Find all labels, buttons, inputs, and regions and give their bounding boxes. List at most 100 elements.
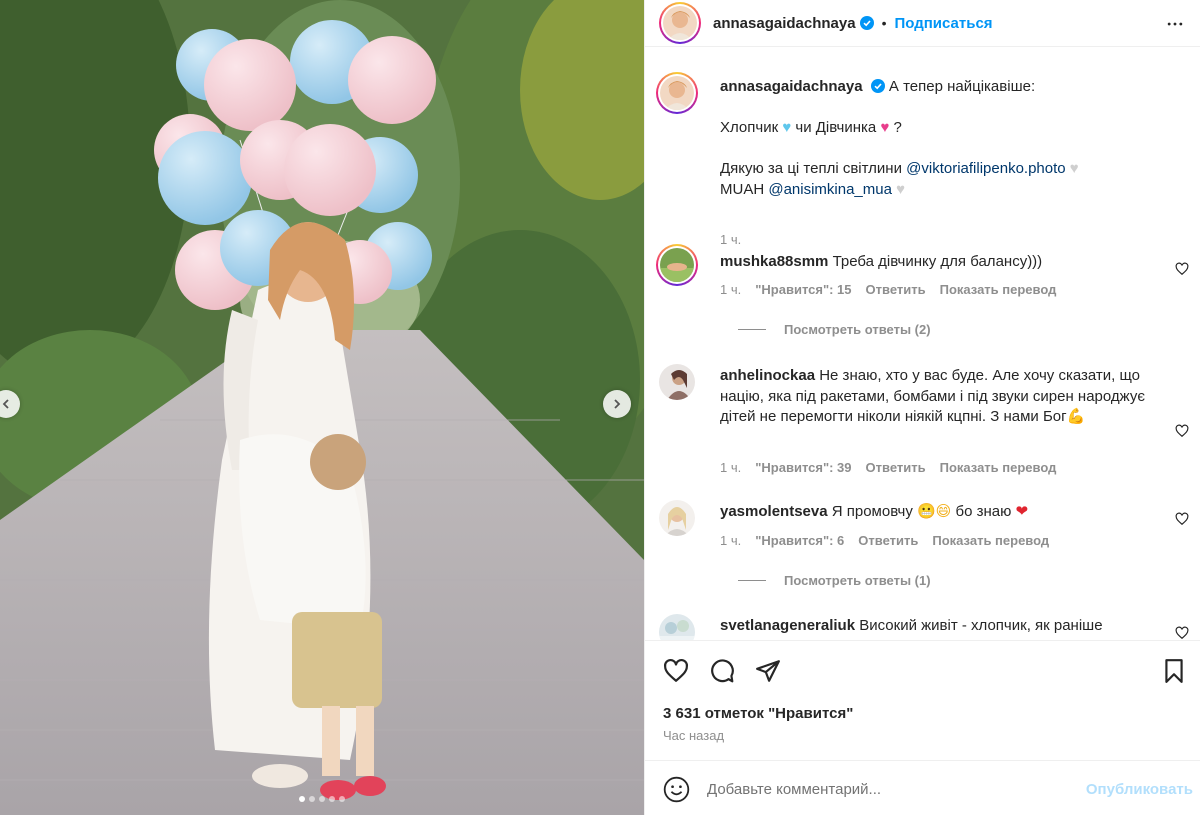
comment-item: svetlanageneraliuk Високий живіт - хлопч… xyxy=(659,614,1189,640)
comment-like-icon[interactable] xyxy=(1175,262,1189,276)
caption-line-3: Дякую за ці теплі світлини xyxy=(720,160,907,177)
comment-likes-count[interactable]: "Нравится": 6 xyxy=(755,533,844,548)
view-replies-label: Посмотреть ответы (1) xyxy=(784,573,931,588)
avatar-image xyxy=(663,6,697,40)
comment-item: yasmolentseva Я промовчу 😬😄 бо знаю ❤ 1 … xyxy=(659,500,1189,600)
comment-like-icon[interactable] xyxy=(1175,512,1189,526)
caption-author-avatar[interactable] xyxy=(656,72,698,114)
mention-link[interactable]: @anisimkina_mua xyxy=(768,181,892,198)
carousel-dot xyxy=(299,796,305,802)
bookmark-icon[interactable] xyxy=(1161,658,1187,684)
post-timestamp: Час назад xyxy=(663,728,725,743)
post-header: annasagaidachnaya • Подписаться xyxy=(645,0,1200,47)
reply-button[interactable]: Ответить xyxy=(858,533,918,548)
carousel-dot xyxy=(339,796,345,802)
comment-avatar[interactable] xyxy=(659,500,695,536)
comments-list[interactable]: annasagaidachnaya А тепер найцікавіше: Х… xyxy=(645,48,1200,640)
comment-likes-count[interactable]: "Нравится": 39 xyxy=(755,460,851,475)
comment-avatar[interactable] xyxy=(659,614,695,640)
more-options-icon xyxy=(1167,22,1183,26)
more-options-button[interactable] xyxy=(1163,12,1187,36)
comment-text: mushka88smm Треба дівчинку для балансу))… xyxy=(720,252,1160,273)
verified-badge-icon xyxy=(870,79,885,93)
comment-likes-count[interactable]: "Нравится": 15 xyxy=(755,282,851,297)
comment-avatar[interactable] xyxy=(656,244,698,286)
post-photo[interactable] xyxy=(0,0,644,815)
post-side-panel: annasagaidachnaya • Подписаться annasaga… xyxy=(644,0,1200,815)
heart-icon[interactable] xyxy=(663,658,689,684)
author-username[interactable]: annasagaidachnaya xyxy=(713,15,856,32)
comment-input[interactable] xyxy=(707,777,1067,801)
author-avatar[interactable] xyxy=(659,2,701,44)
comment-username[interactable]: anhelinockaa xyxy=(720,367,815,384)
avatar-image xyxy=(659,364,695,400)
follow-button[interactable]: Подписаться xyxy=(894,15,992,32)
comment-timestamp: 1 ч. xyxy=(720,460,742,475)
comment-icon[interactable] xyxy=(709,658,735,684)
comment-avatar[interactable] xyxy=(659,364,695,400)
caption-line-1: А тепер найцікавіше: xyxy=(888,78,1036,95)
emoji-icon[interactable] xyxy=(663,776,690,803)
comment-meta: 1 ч. "Нравится": 6 Ответить Показать пер… xyxy=(720,533,1049,548)
comment-meta: 1 ч. "Нравится": 15 Ответить Показать пе… xyxy=(720,282,1056,297)
red-heart-emoji: ❤ xyxy=(1015,503,1029,520)
comment-text: svetlanageneraliuk Високий живіт - хлопч… xyxy=(720,616,1160,637)
chevron-left-icon xyxy=(2,399,9,409)
view-replies-button[interactable]: Посмотреть ответы (1) xyxy=(738,573,931,588)
avatar-image xyxy=(659,500,695,536)
caption-line-2a: Хлопчик xyxy=(720,119,783,136)
comment-timestamp: 1 ч. xyxy=(720,533,742,548)
caption-line-2c: ? xyxy=(889,119,902,136)
avatar-image xyxy=(660,76,694,110)
carousel-indicator xyxy=(0,796,644,802)
caption-username[interactable]: annasagaidachnaya xyxy=(720,78,863,95)
carousel-next-button[interactable] xyxy=(603,390,631,418)
comment-text: anhelinockaa Не знаю, хто у вас буде. Ал… xyxy=(720,366,1160,428)
translate-button[interactable]: Показать перевод xyxy=(932,533,1049,548)
comment-body-tail: бо знаю xyxy=(951,503,1016,520)
comment-body: Я промовчу xyxy=(831,503,917,520)
translate-button[interactable]: Показать перевод xyxy=(940,282,1057,297)
publish-button[interactable]: Опубликовать xyxy=(1086,781,1193,798)
add-comment-bar: Опубликовать xyxy=(645,760,1200,815)
verified-badge-icon xyxy=(859,16,874,30)
carousel-dot xyxy=(309,796,315,802)
comment-username[interactable]: yasmolentseva xyxy=(720,503,828,520)
replies-line xyxy=(738,580,766,581)
avatar-image xyxy=(660,248,694,282)
white-heart-emoji: ♥ xyxy=(896,180,906,198)
comment-meta: 1 ч. "Нравится": 39 Ответить Показать пе… xyxy=(720,460,1056,475)
caption-line-4: MUAH xyxy=(720,180,769,198)
comment-like-icon[interactable] xyxy=(1175,626,1189,640)
comment-username[interactable]: svetlanageneraliuk xyxy=(720,617,855,634)
caption-line-2b: чи Дівчинка xyxy=(791,119,881,136)
comment-username[interactable]: mushka88smm xyxy=(720,253,828,270)
caption-text: annasagaidachnaya А тепер найцікавіше: Х… xyxy=(720,77,1160,200)
blue-heart-emoji: ♥ xyxy=(782,119,792,136)
pink-heart-emoji: ♥ xyxy=(880,119,890,136)
post-actions: 3 631 отметок "Нравится" Час назад xyxy=(645,640,1200,760)
white-heart-emoji: ♥ xyxy=(1069,160,1079,177)
replies-line xyxy=(738,329,766,330)
flexed-biceps-emoji: 💪 xyxy=(1066,408,1086,425)
translate-button[interactable]: Показать перевод xyxy=(940,460,1057,475)
share-icon[interactable] xyxy=(755,658,781,684)
comment-body: Треба дівчинку для балансу))) xyxy=(832,253,1043,270)
chevron-right-icon xyxy=(614,399,621,409)
comment-like-icon[interactable] xyxy=(1175,424,1189,438)
comment-timestamp: 1 ч. xyxy=(720,282,742,297)
view-replies-label: Посмотреть ответы (2) xyxy=(784,322,931,337)
view-replies-button[interactable]: Посмотреть ответы (2) xyxy=(738,322,931,337)
carousel-dot xyxy=(329,796,335,802)
comment-item: mushka88smm Треба дівчинку для балансу))… xyxy=(656,244,1189,344)
mention-link[interactable]: @viktoriafilipenko.photo xyxy=(906,160,1065,177)
likes-count[interactable]: 3 631 отметок "Нравится" xyxy=(663,705,853,722)
post-caption: annasagaidachnaya А тепер найцікавіше: Х… xyxy=(656,72,1189,247)
reply-button[interactable]: Ответить xyxy=(866,460,926,475)
photo-image xyxy=(0,0,644,815)
reply-button[interactable]: Ответить xyxy=(866,282,926,297)
avatar-image xyxy=(659,614,695,640)
comment-item: anhelinockaa Не знаю, хто у вас буде. Ал… xyxy=(659,364,1189,504)
comment-body: Високий живіт - хлопчик, як раніше xyxy=(859,617,1103,634)
grimacing-emoji: 😬😄 xyxy=(917,503,952,520)
